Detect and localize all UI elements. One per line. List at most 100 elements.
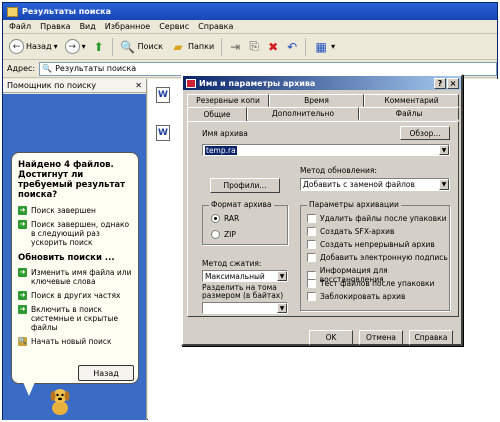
- menu-help[interactable]: Справка: [198, 22, 233, 31]
- option-label: Тест файлов после упаковки: [320, 279, 435, 288]
- word-document-icon[interactable]: [156, 87, 170, 103]
- menu-edit[interactable]: Правка: [40, 22, 70, 31]
- radio-icon: [211, 230, 220, 239]
- tab-comment[interactable]: Комментарий: [364, 94, 459, 107]
- chevron-down-icon: ▾: [53, 42, 58, 51]
- archive-name-value: temp.ra: [205, 145, 237, 155]
- dropdown-arrow-icon[interactable]: ▼: [277, 303, 287, 313]
- winrar-icon: [186, 78, 196, 88]
- option-test-files[interactable]: Тест файлов после упаковки: [307, 279, 434, 288]
- option-change-name[interactable]: ➜ Изменить имя файла или ключевые слова: [18, 268, 132, 286]
- tab-time[interactable]: Время: [269, 94, 364, 107]
- option-label: Изменить имя файла или ключевые слова: [31, 268, 132, 286]
- option-create-sfx[interactable]: Создать SFX-архив: [307, 227, 394, 236]
- option-label: Поиск в других частях: [31, 291, 121, 300]
- checkbox-icon: [307, 292, 316, 301]
- help-icon[interactable]: ?: [434, 77, 446, 89]
- views-button[interactable]: ▦ ▾: [311, 38, 337, 56]
- menu-favorites[interactable]: Избранное: [105, 22, 150, 31]
- close-icon[interactable]: ×: [447, 77, 459, 89]
- menu-bar: Файл Правка Вид Избранное Сервис Справка: [3, 20, 497, 34]
- checkbox-icon: [307, 227, 316, 236]
- archiving-options-title: Параметры архивации: [307, 200, 401, 209]
- toolbar-separator: [221, 37, 223, 56]
- update-method-select[interactable]: Добавить с заменой файлов ▼: [300, 178, 450, 191]
- forward-button[interactable]: → ▾: [63, 38, 88, 55]
- toolbar-separator: [305, 37, 307, 56]
- option-search-faster[interactable]: ➜ Поиск завершен, однако в следующий раз …: [18, 220, 132, 247]
- option-label: Создать SFX-архив: [320, 227, 395, 236]
- folder-icon: ▰: [173, 39, 183, 54]
- magnifier-icon: 🔍: [18, 337, 27, 346]
- search-assistant-area: Найдено 4 файлов. Достигнут ли требуемый…: [3, 94, 146, 420]
- update-method-value: Добавить с заменой файлов: [303, 180, 415, 189]
- general-tab-panel: Имя архива Обзор... temp.ra ▼ Профили...…: [187, 121, 459, 317]
- option-other-locations[interactable]: ➜ Поиск в других частях: [18, 291, 132, 300]
- option-include-hidden[interactable]: ➜ Включить в поиск системные и скрытые фа…: [18, 305, 132, 332]
- search-result-bubble: Найдено 4 файлов. Достигнут ли требуемый…: [11, 152, 139, 384]
- folders-button[interactable]: ▰ Папки: [168, 38, 216, 56]
- chevron-down-icon: ▾: [81, 42, 86, 51]
- search-dog-icon: [50, 389, 70, 415]
- option-authenticity[interactable]: Добавить электронную подпись: [307, 253, 448, 262]
- dropdown-arrow-icon[interactable]: ▼: [277, 271, 287, 281]
- cancel-button[interactable]: Отмена: [359, 330, 403, 345]
- delete-icon[interactable]: ✖: [265, 39, 281, 55]
- format-zip-radio[interactable]: ZIP: [211, 230, 236, 239]
- result-heading: Найдено 4 файлов. Достигнут ли требуемый…: [18, 160, 126, 200]
- toolbar-separator: [111, 37, 113, 56]
- back-button[interactable]: ← Назад ▾: [7, 38, 60, 55]
- refine-heading: Обновить поиски ...: [18, 253, 115, 263]
- split-volumes-select[interactable]: ▼: [202, 302, 288, 314]
- tab-files[interactable]: Файлы: [359, 107, 459, 120]
- compression-select[interactable]: Максимальный ▼: [202, 270, 288, 282]
- option-new-search[interactable]: 🔍 Начать новый поиск: [18, 337, 132, 346]
- close-icon[interactable]: ✕: [135, 81, 142, 90]
- address-value: Результаты поиска: [55, 64, 137, 73]
- menu-tools[interactable]: Сервис: [159, 22, 189, 31]
- browse-button[interactable]: Обзор...: [400, 126, 450, 140]
- ok-button[interactable]: OK: [309, 330, 353, 345]
- green-arrow-icon: ➜: [18, 305, 27, 314]
- tab-backup[interactable]: Резервные копи: [187, 94, 269, 107]
- search-icon: 🔍: [120, 39, 136, 54]
- format-rar-radio[interactable]: RAR: [211, 214, 239, 223]
- green-arrow-icon: ➜: [18, 268, 27, 277]
- format-rar-label: RAR: [224, 214, 240, 223]
- option-search-done[interactable]: ➜ Поиск завершен: [18, 206, 132, 215]
- search-companion-header: Помощник по поиску ✕: [3, 79, 146, 93]
- radio-selected-icon: [211, 214, 220, 223]
- up-folder-icon[interactable]: ⬆: [91, 39, 107, 55]
- update-method-label: Метод обновления:: [300, 166, 377, 175]
- checkbox-icon: [307, 214, 316, 223]
- archive-name-label: Имя архива: [202, 129, 248, 138]
- option-lock-archive[interactable]: Заблокировать архив: [307, 292, 405, 301]
- format-zip-label: ZIP: [224, 230, 236, 239]
- tab-advanced[interactable]: Дополнительно: [247, 107, 359, 120]
- move-to-icon[interactable]: ⇥: [227, 39, 243, 55]
- views-icon: ▦: [315, 39, 327, 54]
- bubble-back-button[interactable]: Назад: [78, 365, 134, 381]
- option-solid-archive[interactable]: Создать непрерывный архив: [307, 240, 435, 249]
- search-button[interactable]: 🔍 Поиск: [118, 38, 165, 56]
- undo-icon[interactable]: ↶: [284, 39, 300, 55]
- profiles-button[interactable]: Профили...: [210, 178, 280, 193]
- help-button[interactable]: Справка: [409, 330, 453, 345]
- archive-format-group: Формат архива RAR ZIP: [202, 200, 288, 245]
- menu-view[interactable]: Вид: [80, 22, 96, 31]
- back-arrow-icon: ←: [9, 39, 24, 54]
- dialog-title: Имя и параметры архива: [199, 78, 316, 88]
- word-document-icon[interactable]: [156, 125, 170, 141]
- tab-general[interactable]: Общие: [187, 107, 247, 121]
- bubble-tail: [23, 382, 35, 396]
- dropdown-arrow-icon[interactable]: ▼: [439, 145, 449, 155]
- checkbox-icon: [307, 240, 316, 249]
- folders-label: Папки: [187, 42, 215, 51]
- archive-dialog: Имя и параметры архива ? × Резервные копи…: [181, 74, 463, 346]
- menu-file[interactable]: Файл: [9, 22, 31, 31]
- archive-name-input[interactable]: temp.ra ▼: [202, 144, 450, 156]
- option-delete-files[interactable]: Удалить файлы после упаковки: [307, 214, 446, 223]
- checkbox-icon: [307, 253, 316, 262]
- dropdown-arrow-icon[interactable]: ▼: [439, 179, 449, 190]
- copy-to-icon[interactable]: ⎘: [246, 39, 262, 55]
